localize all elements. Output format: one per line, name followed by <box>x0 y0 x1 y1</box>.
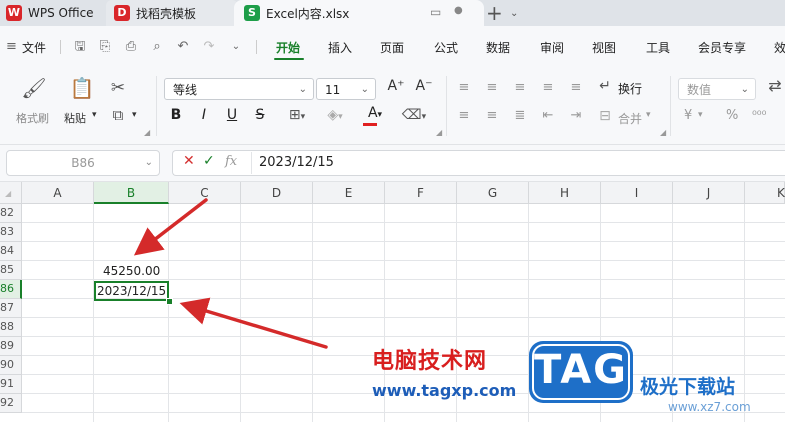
watermark-url: www.tagxp.com <box>372 381 517 400</box>
watermark-title: 电脑技术网 <box>372 349 488 374</box>
watermark-site-url: www.xz7.com <box>668 400 751 414</box>
arrow-to-b85 <box>133 198 208 256</box>
tag-logo-text: TAG <box>534 347 628 393</box>
arrow-to-b86 <box>179 297 328 349</box>
tag-logo: TAG <box>527 339 635 405</box>
watermark-site-name: 极光下载站 <box>640 376 736 398</box>
